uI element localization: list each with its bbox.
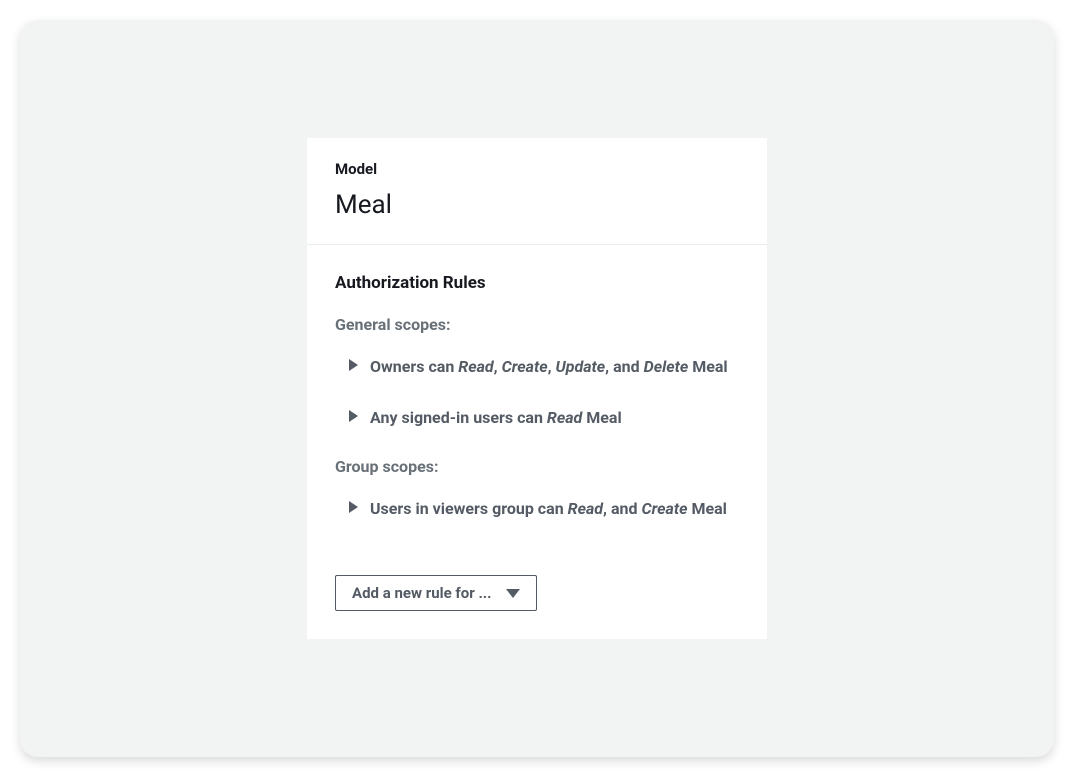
rule-subject: Any signed-in users: [370, 408, 513, 427]
rule-target: Meal: [586, 408, 621, 427]
authorization-rules-title: Authorization Rules: [335, 273, 739, 293]
add-rule-button[interactable]: Add a new rule for ...: [335, 575, 537, 611]
rule-viewers-group[interactable]: Users in viewers group can Read, and Cre…: [335, 496, 739, 522]
rule-action: Read: [547, 408, 582, 427]
rule-action: Delete: [644, 357, 689, 376]
rule-action: Update: [556, 357, 606, 376]
model-panel: Model Meal Authorization Rules General s…: [307, 138, 767, 640]
rule-owners[interactable]: Owners can Read, Create, Update, and Del…: [335, 354, 739, 380]
panel-header: Model Meal: [307, 138, 767, 245]
rule-action: Read: [458, 357, 493, 376]
group-scopes-section: Group scopes: Users in viewers group can…: [335, 457, 739, 522]
rule-subject: Owners: [370, 357, 424, 376]
group-scopes-label: Group scopes:: [335, 457, 739, 476]
general-scopes-label: General scopes:: [335, 315, 739, 334]
general-scopes-list: Owners can Read, Create, Update, and Del…: [335, 354, 739, 431]
rule-signed-in-text: Any signed-in users can Read Meal: [370, 405, 622, 431]
expand-icon: [349, 359, 358, 371]
model-label: Model: [335, 160, 739, 178]
rule-owners-text: Owners can Read, Create, Update, and Del…: [370, 354, 728, 380]
rule-action: Read: [568, 499, 603, 518]
rule-target: Meal: [692, 357, 727, 376]
rule-action: Create: [641, 499, 687, 518]
rule-subject: Users in viewers group: [370, 499, 534, 518]
rule-action: Create: [502, 357, 548, 376]
group-scopes-list: Users in viewers group can Read, and Cre…: [335, 496, 739, 522]
expand-icon: [349, 410, 358, 422]
rule-signed-in[interactable]: Any signed-in users can Read Meal: [335, 405, 739, 431]
expand-icon: [349, 501, 358, 513]
outer-frame: Model Meal Authorization Rules General s…: [0, 0, 1074, 777]
panel-body: Authorization Rules General scopes: Owne…: [307, 245, 767, 640]
chevron-down-icon: [506, 589, 520, 598]
add-rule-label: Add a new rule for ...: [352, 584, 492, 602]
background-card: Model Meal Authorization Rules General s…: [20, 20, 1054, 757]
rule-target: Meal: [691, 499, 726, 518]
rule-viewers-group-text: Users in viewers group can Read, and Cre…: [370, 496, 727, 522]
model-name: Meal: [335, 190, 739, 220]
